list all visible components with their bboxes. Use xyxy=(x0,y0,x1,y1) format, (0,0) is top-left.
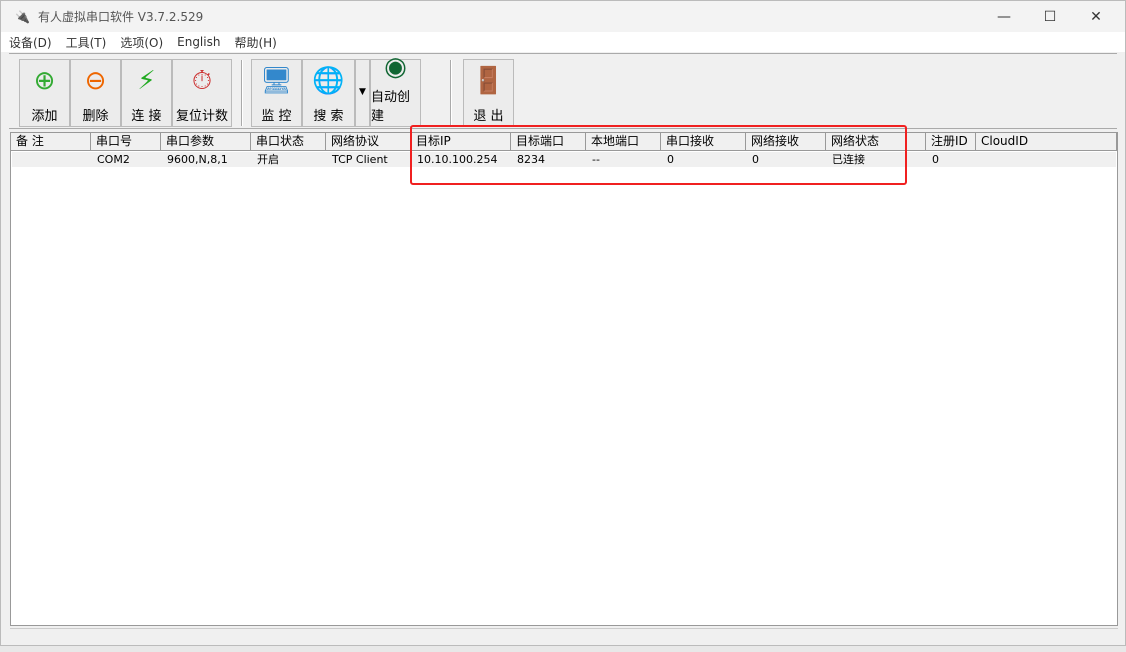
column-header[interactable]: 串口状态 xyxy=(251,133,326,151)
connect-label: 连 接 xyxy=(131,109,162,124)
monitor-button[interactable]: 🖥 监 控 xyxy=(251,59,302,127)
app-icon: 🔌 xyxy=(15,9,30,24)
monitor-icon: 🖥 xyxy=(259,66,293,96)
port-list[interactable]: 备 注串口号 串口参数 串口状态 网络协议 目标IP 目标端口 本地端口 串口接收 网络接收 网络… xyxy=(10,132,1118,626)
reset-label: 复位计数 xyxy=(175,109,228,124)
app-window: 🔌 有人虚拟串口软件 V3.7.2.529 — ☐ ✕ 设备(D) 工具(T) … xyxy=(0,0,1126,646)
column-header[interactable]: 网络接收 xyxy=(746,133,826,151)
column-header[interactable]: 网络状态 xyxy=(826,133,926,151)
exit-door-icon: 🚪 xyxy=(472,66,505,96)
toolbar-separator xyxy=(450,60,452,126)
title-bar: 🔌 有人虚拟串口软件 V3.7.2.529 xyxy=(1,1,1125,32)
monitor-label: 监 控 xyxy=(261,109,292,124)
add-label: 添加 xyxy=(31,109,58,124)
table-cell: 0 xyxy=(932,153,939,166)
table-cell: TCP Client xyxy=(332,153,388,166)
globe-icon: 🌐 xyxy=(312,66,345,96)
table-cell xyxy=(11,152,91,167)
delete-button[interactable]: ⊖ 删除 xyxy=(70,59,121,127)
close-button[interactable]: ✕ xyxy=(1073,1,1119,32)
auto-label: 自动创建 xyxy=(371,90,411,124)
menu-options[interactable]: 选项(O) xyxy=(120,34,163,51)
search-button[interactable]: 🌐 搜 索 xyxy=(302,59,355,127)
stopwatch-icon: ⏱ xyxy=(191,65,213,96)
table-cell: 开启 xyxy=(257,153,279,166)
column-header[interactable]: 串口参数 xyxy=(161,133,251,151)
table-cell: 已连接 xyxy=(832,153,865,166)
table-cell xyxy=(976,152,1117,167)
menu-bar: 设备(D) 工具(T) 选项(O) English 帮助(H) xyxy=(1,32,1125,52)
serial-add-icon: ⊕ xyxy=(33,66,56,96)
menu-device[interactable]: 设备(D) xyxy=(9,34,52,51)
reset-count-button[interactable]: ⏱ 复位计数 xyxy=(172,59,232,127)
column-header[interactable]: 本地端口 xyxy=(586,133,661,151)
table-cell: 9600,N,8,1 xyxy=(167,153,228,166)
search-dropdown[interactable]: ▼ xyxy=(355,59,370,127)
table-cell: COM2 xyxy=(97,153,130,166)
chevron-down-icon: ▼ xyxy=(359,87,366,97)
table-cell: 10.10.100.254 xyxy=(417,153,498,166)
column-header[interactable]: 备 注 xyxy=(11,133,91,151)
column-header[interactable]: CloudID xyxy=(976,133,1117,151)
connect-button[interactable]: ⚡ 连 接 xyxy=(121,59,172,127)
minimize-button[interactable]: — xyxy=(981,1,1027,32)
table-cell: -- xyxy=(592,153,600,166)
table-cell: 0 xyxy=(752,153,759,166)
add-button[interactable]: ⊕ 添加 xyxy=(19,59,70,127)
table-cell: 0 xyxy=(667,153,674,166)
column-header[interactable]: 串口接收 xyxy=(661,133,746,151)
plug-icon: ⚡ xyxy=(137,66,156,96)
column-header[interactable]: 注册ID xyxy=(926,133,976,151)
status-bar xyxy=(10,628,1118,645)
menu-help[interactable]: 帮助(H) xyxy=(234,34,276,51)
delete-label: 删除 xyxy=(82,109,109,124)
column-header[interactable]: 网络协议 xyxy=(326,133,411,151)
maximize-button[interactable]: ☐ xyxy=(1027,1,1073,32)
exit-label: 退 出 xyxy=(473,109,504,124)
table-cell: 8234 xyxy=(517,153,545,166)
search-label: 搜 索 xyxy=(313,109,344,124)
column-header[interactable]: 串口号 xyxy=(91,133,161,151)
column-header[interactable]: 目标端口 xyxy=(511,133,586,151)
toolbar-separator xyxy=(241,60,243,126)
radar-icon: ◉ xyxy=(384,52,407,82)
auto-create-button[interactable]: ◉ 自动创建 xyxy=(370,52,421,127)
menu-english[interactable]: English xyxy=(177,35,220,49)
exit-button[interactable]: 🚪 退 出 xyxy=(463,59,514,127)
window-title: 有人虚拟串口软件 V3.7.2.529 xyxy=(37,10,204,24)
serial-remove-icon: ⊖ xyxy=(84,66,107,96)
menu-tools[interactable]: 工具(T) xyxy=(66,34,107,51)
toolbar: ⊕ 添加 ⊖ 删除 ⚡ 连 接 ⏱ 复位计数 🖥 监 控 🌐 搜 索 ▼ ◉ 自动创建 🚪 退 … xyxy=(9,52,1117,129)
column-header[interactable]: 目标IP xyxy=(411,133,511,151)
